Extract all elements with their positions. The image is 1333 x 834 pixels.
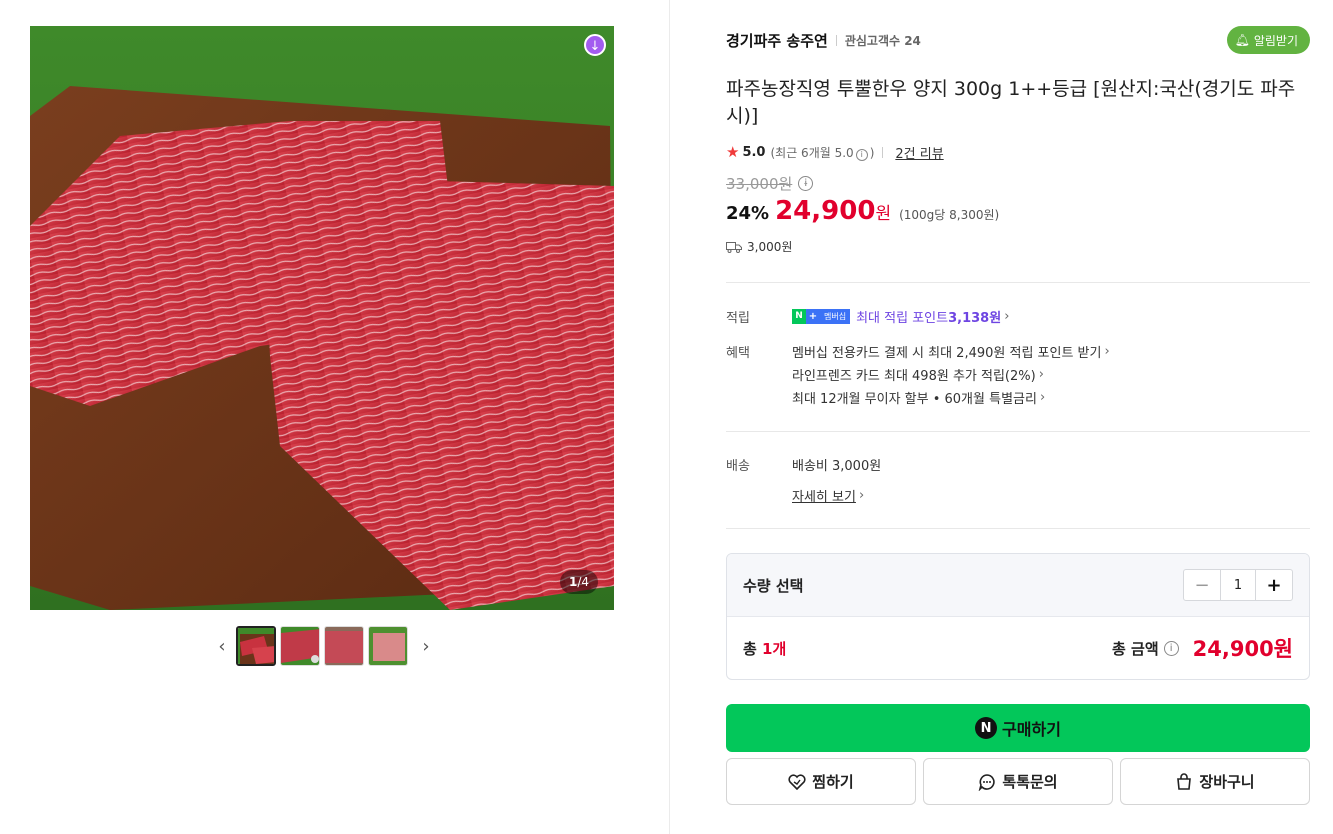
wish-label: 찜하기 <box>812 773 854 791</box>
chevron-right-icon: › <box>1038 367 1044 382</box>
thumbnail-3[interactable] <box>324 626 364 666</box>
benefit-label: 혜택 <box>726 346 750 361</box>
detail-link-text: 자세히 보기 <box>792 490 856 505</box>
chat-icon <box>979 773 996 791</box>
chevron-left-icon[interactable]: ‹ <box>208 626 236 666</box>
delivery-label: 배송 <box>726 459 750 474</box>
separator <box>835 34 837 46</box>
benefit-item[interactable]: 라인프렌즈 카드 최대 498원 추가 적립(2%) › <box>792 365 1044 384</box>
talk-button[interactable]: 톡톡문의 <box>923 758 1113 805</box>
naver-pay-icon: N <box>975 717 998 739</box>
benefit-text: 멤버십 전용카드 결제 시 최대 2,490원 적립 포인트 받기 <box>792 346 1102 361</box>
divider <box>726 528 1310 529</box>
membership-text: 멤버십 <box>820 309 851 324</box>
truck-icon <box>726 241 742 253</box>
chevron-right-icon: › <box>858 488 865 503</box>
buy-button[interactable]: N 구매하기 <box>726 704 1310 752</box>
heart-icon <box>788 773 806 790</box>
unit-price: (100g당 8,300원) <box>899 208 1000 222</box>
membership-badge: N + 멤버십 <box>792 309 851 324</box>
discount-rate: 24% <box>726 203 770 224</box>
quantity-header: 수량 선택 − 1 + <box>727 554 1309 617</box>
image-counter: 1/4 <box>559 570 598 594</box>
download-icon[interactable]: ↓ <box>584 34 606 56</box>
shipping-row: 3,000원 <box>726 238 792 255</box>
thumbnail-strip: ‹ › <box>208 625 440 667</box>
bell-plus-icon: 🔔︎ <box>1234 33 1250 47</box>
product-gallery: ↓ 1/4 ‹ › <box>0 0 669 834</box>
benefit-text: 최대 12개월 무이자 할부 • 60개월 특별금리 <box>792 392 1037 407</box>
fan-count: 관심고객수 24 <box>844 33 921 48</box>
cart-button[interactable]: 장바구니 <box>1120 758 1310 805</box>
total-label: 총 금액 <box>1112 639 1159 658</box>
shopping-bag-icon <box>1177 772 1192 790</box>
quantity-label: 수량 선택 <box>743 576 804 595</box>
info-icon[interactable]: i <box>1163 640 1179 656</box>
review-link[interactable]: 2건 리뷰 <box>895 143 943 162</box>
total-count: 총 1개 <box>743 639 787 658</box>
recent-rating: (최근 6개월 5.0 i) <box>770 145 875 161</box>
plus-button[interactable]: + <box>1256 570 1292 600</box>
product-title: 파주농장직영 투뿔한우 양지 300g 1++등급 [원산지:국산(경기도 파주… <box>726 78 1296 127</box>
divider <box>726 431 1310 432</box>
info-icon[interactable]: i <box>798 176 814 191</box>
delivery-fee: 배송비 3,000원 <box>792 459 882 474</box>
plus-icon: + <box>806 309 820 324</box>
store-header: 경기파주 송주연 관심고객수 24 🔔︎ 알림받기 <box>726 26 1310 54</box>
alarm-button[interactable]: 🔔︎ 알림받기 <box>1226 26 1310 54</box>
quantity-box: 수량 선택 − 1 + 총 1개 총 금액 i 24,900원 <box>726 553 1310 680</box>
original-price: 33,000원 i <box>726 173 814 194</box>
thumbnail-4[interactable] <box>368 626 408 666</box>
divider <box>726 282 1310 283</box>
naver-n-icon: N <box>792 309 806 324</box>
thumbnail-2[interactable] <box>280 626 320 666</box>
beef-photo <box>30 26 614 610</box>
delivery-detail-link[interactable]: 자세히 보기 › <box>792 486 864 505</box>
points-label: 적립 <box>726 311 750 326</box>
sale-price: 24,900 <box>775 196 876 226</box>
info-icon[interactable]: i <box>855 148 868 161</box>
points-text: 최대 적립 포인트 <box>856 311 949 326</box>
rating-score: 5.0 <box>742 144 766 160</box>
separator <box>882 146 884 158</box>
sale-price-row: 24% 24,900 원 (100g당 8,300원) <box>726 196 999 230</box>
points-benefit[interactable]: N + 멤버십 최대 적립 포인트 3,138원 › <box>792 307 1009 326</box>
benefit-item[interactable]: 멤버십 전용카드 결제 시 최대 2,490원 적립 포인트 받기 › <box>792 342 1110 361</box>
currency-unit: 원 <box>875 204 892 224</box>
buy-label: 구매하기 <box>1002 720 1061 739</box>
chevron-right-icon: › <box>1039 390 1046 405</box>
column-divider <box>669 0 670 834</box>
minus-button[interactable]: − <box>1184 570 1220 600</box>
secondary-actions: 찜하기 톡톡문의 장바구니 <box>726 758 1310 805</box>
points-value: 3,138원 <box>948 311 1002 326</box>
wish-button[interactable]: 찜하기 <box>726 758 916 805</box>
quantity-total: 총 1개 총 금액 i 24,900원 <box>727 617 1309 679</box>
original-price-value: 33,000원 <box>726 175 793 193</box>
main-product-image[interactable]: ↓ 1/4 <box>30 26 614 610</box>
shipping-fee: 3,000원 <box>747 240 793 254</box>
rating-row: ★ 5.0 (최근 6개월 5.0 i) 2건 리뷰 <box>726 141 944 163</box>
chevron-right-icon: › <box>1004 309 1010 324</box>
thumbnail-1[interactable] <box>236 626 276 666</box>
benefit-item[interactable]: 최대 12개월 무이자 할부 • 60개월 특별금리 › <box>792 388 1045 407</box>
total-value: 24,900원 <box>1192 637 1293 661</box>
cart-label: 장바구니 <box>1199 773 1255 791</box>
quantity-stepper: − 1 + <box>1183 569 1293 601</box>
store-name[interactable]: 경기파주 송주연 <box>726 30 828 51</box>
chevron-right-icon[interactable]: › <box>412 626 440 666</box>
total-amount: 총 금액 i 24,900원 <box>1112 633 1293 663</box>
star-icon: ★ <box>726 143 740 161</box>
talk-label: 톡톡문의 <box>1002 773 1058 791</box>
quantity-input[interactable]: 1 <box>1220 570 1256 600</box>
chevron-right-icon: › <box>1104 344 1110 359</box>
product-info: 경기파주 송주연 관심고객수 24 🔔︎ 알림받기 파주농장직영 투뿔한우 양지… <box>726 0 1310 834</box>
alarm-label: 알림받기 <box>1253 33 1298 48</box>
benefit-text: 라인프렌즈 카드 최대 498원 추가 적립(2%) <box>792 369 1036 384</box>
